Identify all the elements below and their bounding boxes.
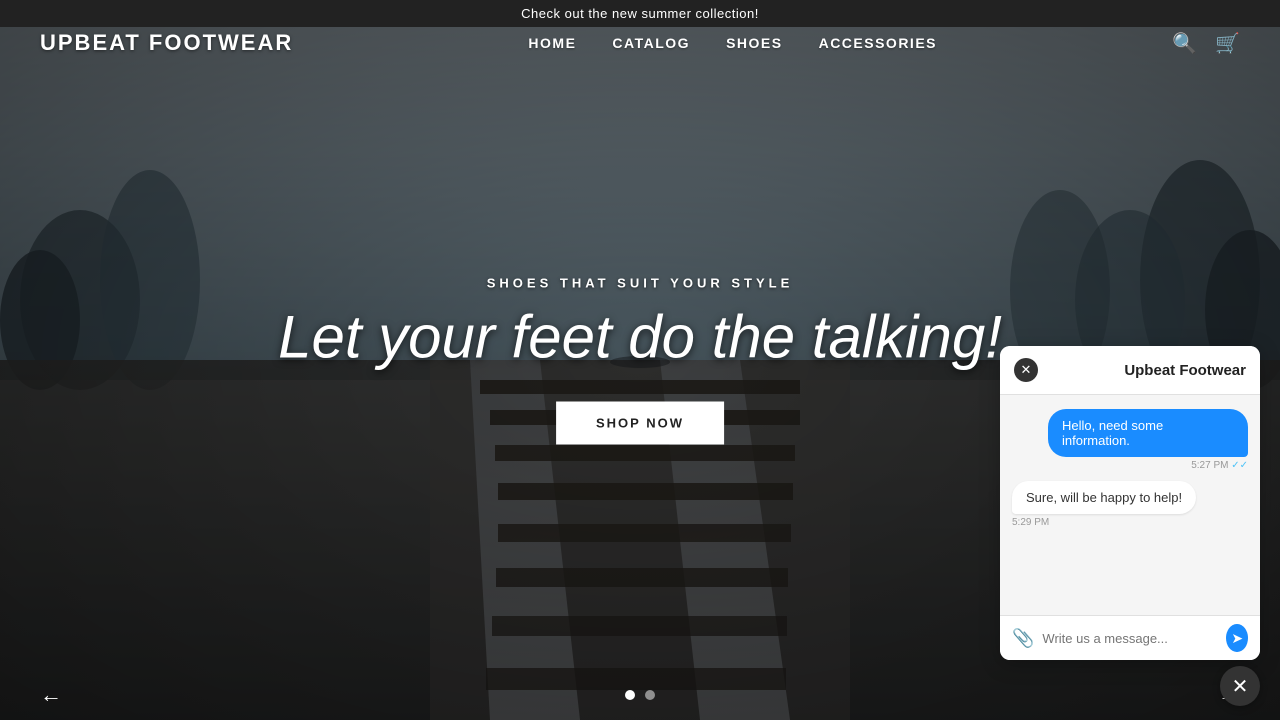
chat-title: Upbeat Footwear xyxy=(1124,362,1246,379)
message-received-1: Sure, will be happy to help! 5:29 PM xyxy=(1012,481,1248,528)
shop-now-button[interactable]: SHOP NOW xyxy=(556,402,724,445)
chat-message-input[interactable] xyxy=(1042,631,1218,646)
chat-header: ✕ Upbeat Footwear xyxy=(1000,346,1260,395)
announcement-text: Check out the new summer collection! xyxy=(521,6,759,21)
nav-catalog[interactable]: CATALOG xyxy=(612,35,690,51)
message-bubble-received: Sure, will be happy to help! xyxy=(1012,481,1196,514)
cart-icon[interactable]: 🛒 xyxy=(1215,31,1240,56)
message-bubble-sent: Hello, need some information. xyxy=(1048,409,1248,457)
chat-send-button[interactable]: ➤ xyxy=(1226,624,1248,652)
chat-widget: ✕ Upbeat Footwear Hello, need some infor… xyxy=(1000,346,1260,660)
chat-messages: Hello, need some information. 5:27 PM ✓✓… xyxy=(1000,395,1260,615)
nav-accessories[interactable]: ACCESSORIES xyxy=(819,35,937,51)
send-icon: ➤ xyxy=(1231,630,1243,647)
message-time-sent: 5:27 PM ✓✓ xyxy=(1191,460,1248,471)
carousel-arrow-left[interactable]: ← xyxy=(40,682,62,708)
chat-header-close-button[interactable]: ✕ xyxy=(1014,358,1038,382)
nav-home[interactable]: HOME xyxy=(528,35,576,51)
hero-content: SHOES THAT SUIT YOUR STYLE Let your feet… xyxy=(278,276,1002,445)
site-header: UPBEAT FOOTWEAR HOME CATALOG SHOES ACCES… xyxy=(0,30,1280,56)
close-float-icon: ✕ xyxy=(1232,674,1249,699)
chat-close-float-button[interactable]: ✕ xyxy=(1220,666,1260,706)
main-nav: HOME CATALOG SHOES ACCESSORIES xyxy=(528,35,937,51)
nav-shoes[interactable]: SHOES xyxy=(726,35,783,51)
announcement-bar: Check out the new summer collection! xyxy=(0,0,1280,27)
site-logo[interactable]: UPBEAT FOOTWEAR xyxy=(40,30,293,56)
attach-icon[interactable]: 📎 xyxy=(1012,628,1034,649)
read-receipt-icon: ✓✓ xyxy=(1231,460,1248,471)
hero-title: Let your feet do the talking! xyxy=(278,303,1002,372)
hero-subtitle: SHOES THAT SUIT YOUR STYLE xyxy=(278,276,1002,291)
search-icon[interactable]: 🔍 xyxy=(1172,31,1197,56)
message-time-received: 5:29 PM xyxy=(1012,517,1049,528)
message-sent-1: Hello, need some information. 5:27 PM ✓✓ xyxy=(1012,409,1248,471)
carousel-dots xyxy=(625,690,655,700)
message-text-received: Sure, will be happy to help! xyxy=(1026,490,1182,505)
chat-input-area: 📎 ➤ xyxy=(1000,615,1260,660)
close-icon: ✕ xyxy=(1021,362,1032,378)
carousel-dot-1[interactable] xyxy=(625,690,635,700)
carousel-dot-2[interactable] xyxy=(645,690,655,700)
hero-section: Check out the new summer collection! UPB… xyxy=(0,0,1280,720)
header-icons: 🔍 🛒 xyxy=(1172,31,1240,56)
message-text-sent: Hello, need some information. xyxy=(1062,418,1163,448)
